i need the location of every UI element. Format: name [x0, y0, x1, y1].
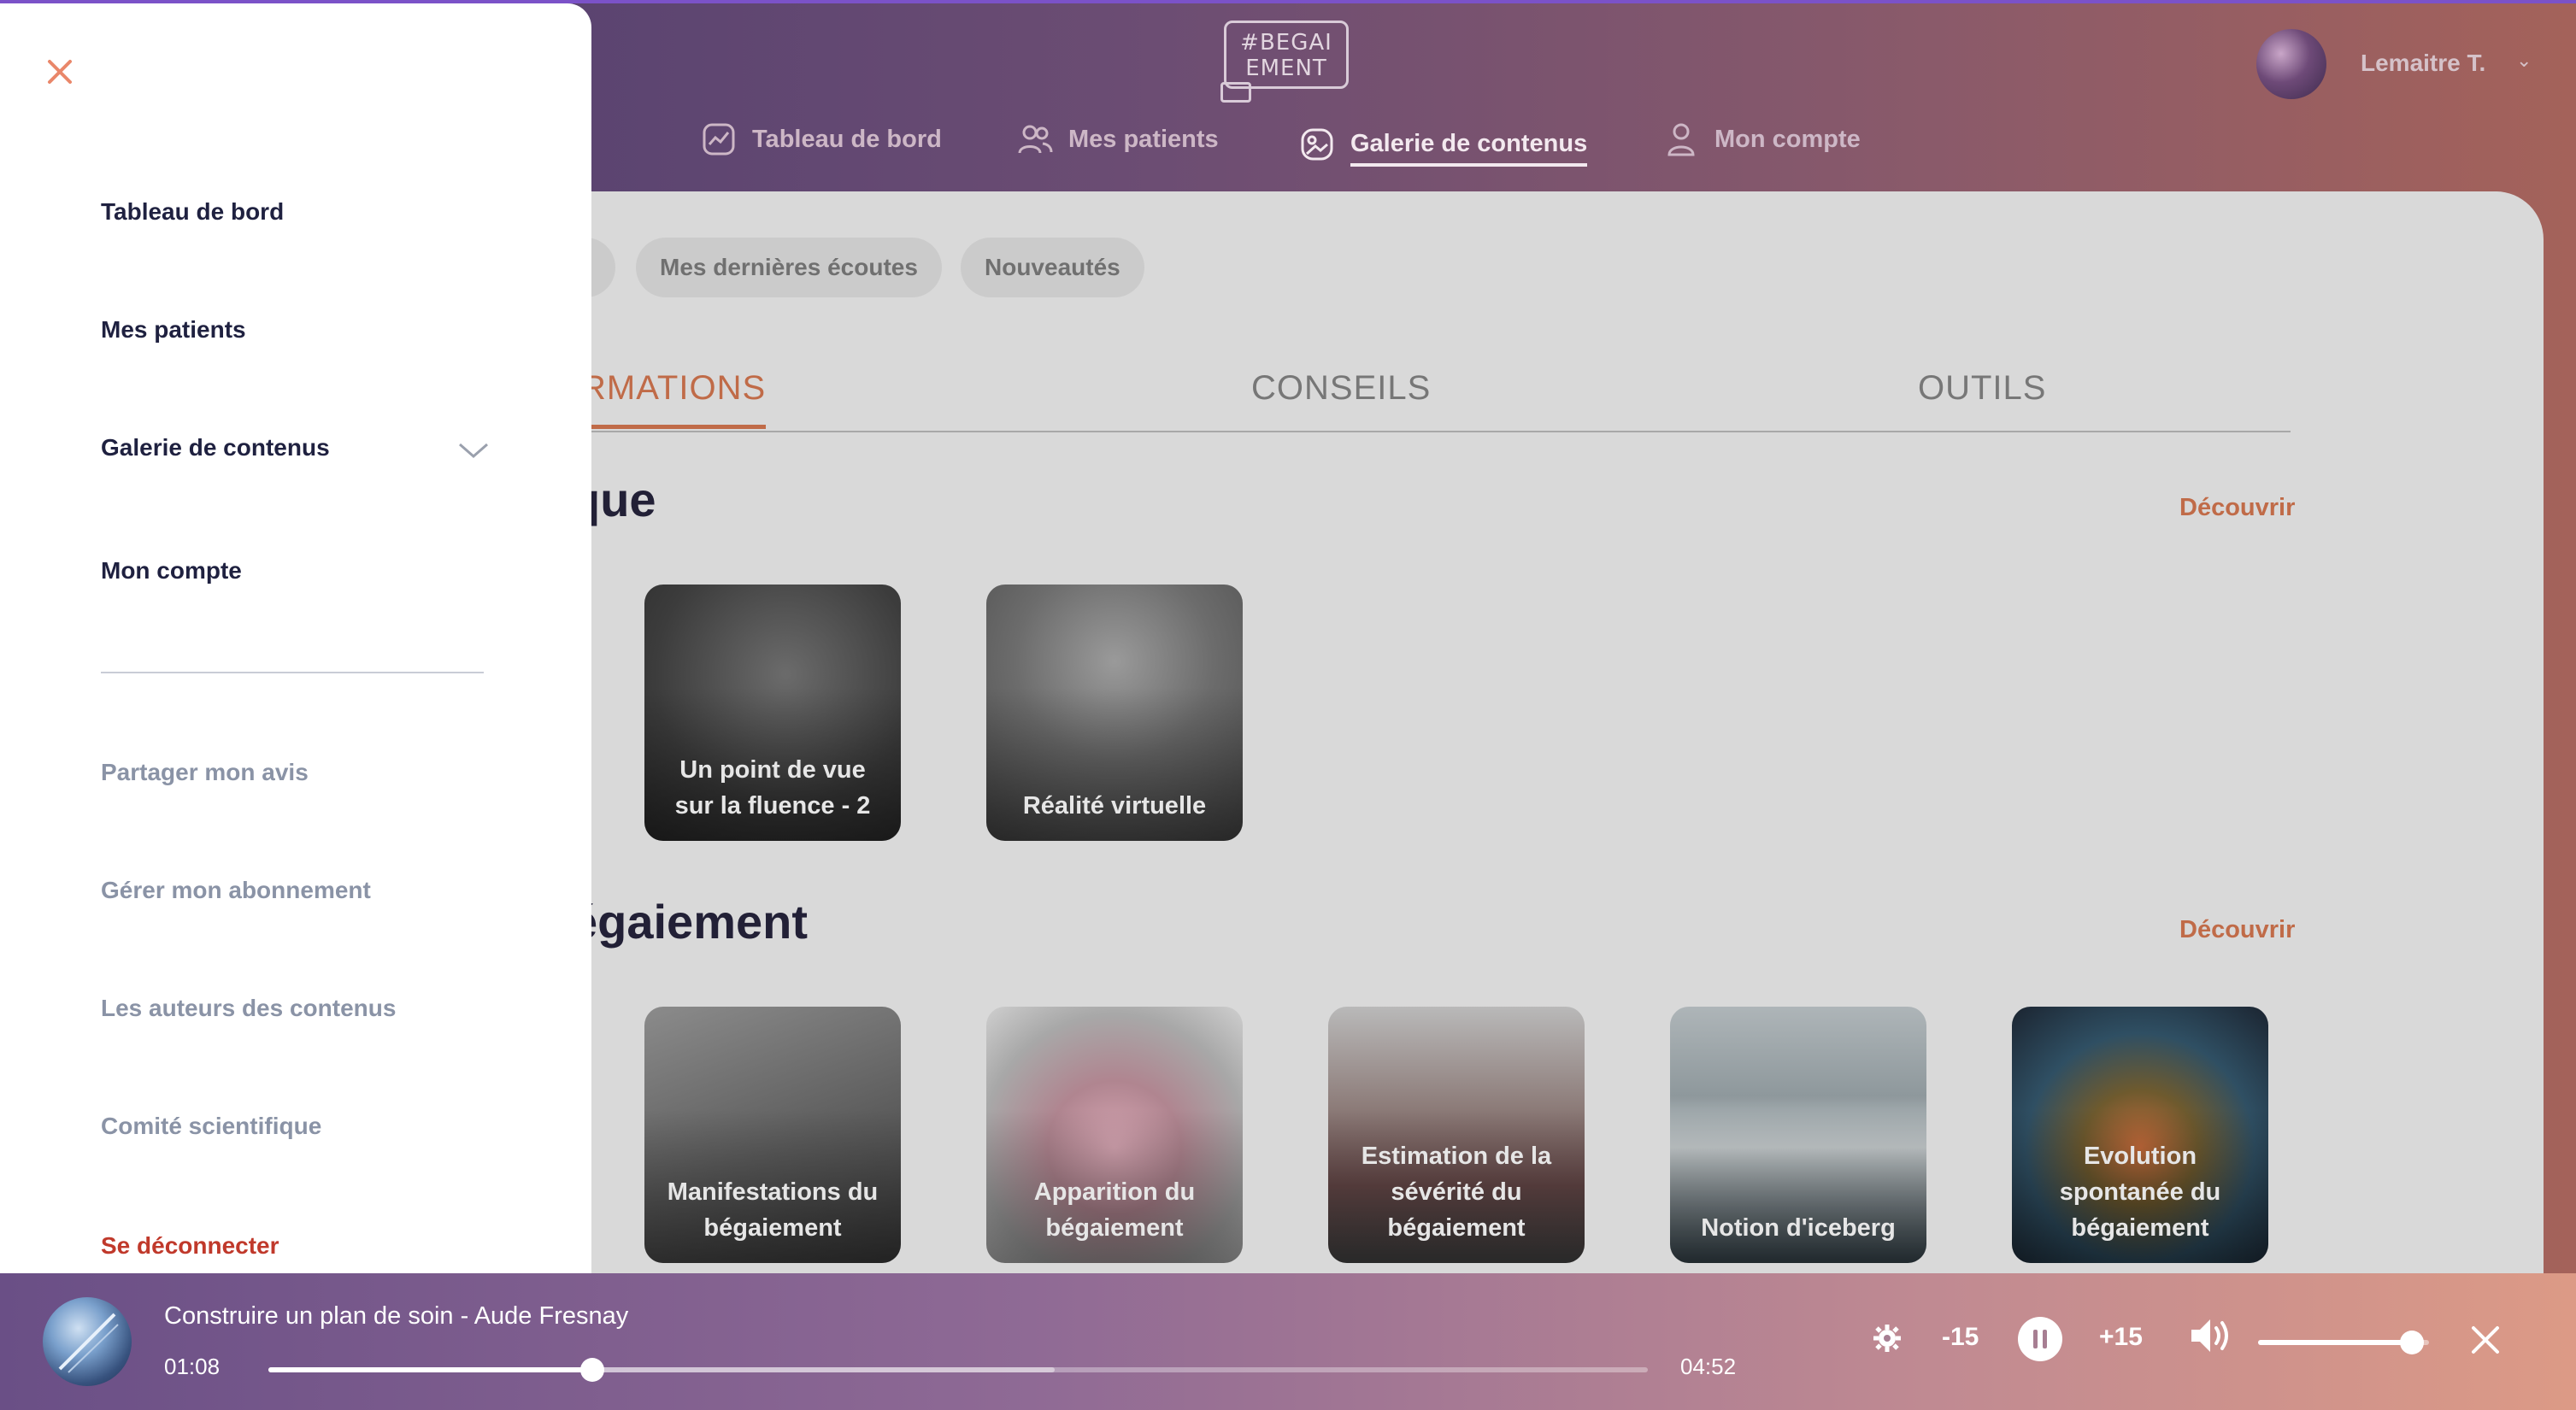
content-card[interactable]: Apparition du bégaiement — [986, 1007, 1243, 1263]
content-card[interactable]: Manifestations du bégaiement — [644, 1007, 901, 1263]
menu-divider — [101, 672, 484, 673]
close-player-icon[interactable] — [2470, 1325, 2501, 1355]
content-card[interactable]: Un point de vue sur la fluence - 2 — [644, 585, 901, 841]
content-card[interactable]: Estimation de la sévérité du bégaiement — [1328, 1007, 1585, 1263]
topnav-label: Mon compte — [1714, 125, 1861, 153]
topnav-label: Galerie de contenus — [1350, 130, 1588, 167]
card-title: Evolution spontanée du bégaiement — [2059, 1143, 2221, 1242]
tab-informations[interactable]: RMATIONS — [581, 369, 767, 429]
side-menu-item-mes-patients[interactable]: Mes patients — [101, 316, 246, 344]
total-time: 04:52 — [1680, 1354, 1737, 1379]
seek-progress — [268, 1367, 593, 1372]
user-name[interactable]: Lemaitre T. — [2361, 50, 2485, 77]
filter-chip-last-listened[interactable]: Mes dernières écoutes — [636, 238, 942, 297]
logout-button[interactable]: Se déconnecter — [101, 1232, 279, 1260]
brand-logo[interactable]: #BEGAI EMENT — [1224, 21, 1349, 89]
users-icon — [1017, 121, 1053, 157]
card-title: Notion d'iceberg — [1701, 1214, 1896, 1242]
content-card[interactable]: Réalité virtuelle — [986, 585, 1243, 841]
content-card[interactable]: Notion d'iceberg — [1670, 1007, 1926, 1263]
seek-handle[interactable] — [580, 1358, 605, 1382]
side-menu-item-tableau-de-bord[interactable]: Tableau de bord — [101, 198, 284, 226]
topnav-item-tableau-de-bord[interactable]: Tableau de bord — [701, 121, 942, 157]
topnav-label: Tableau de bord — [752, 125, 942, 153]
track-title: Construire un plan de soin - Aude Fresna… — [164, 1302, 629, 1330]
close-icon[interactable] — [43, 55, 77, 89]
chart-icon — [701, 121, 737, 157]
pause-button[interactable] — [2017, 1316, 2063, 1362]
topnav-item-galerie-de-contenus[interactable]: Galerie de contenus — [1299, 121, 1588, 167]
side-menu-item-abonnement[interactable]: Gérer mon abonnement — [101, 877, 371, 904]
rewind-15-button[interactable]: -15 — [1942, 1323, 1979, 1352]
card-title: Réalité virtuelle — [1022, 792, 1207, 820]
discover-link[interactable]: Découvrir — [2179, 916, 2295, 944]
current-time: 01:08 — [164, 1354, 221, 1379]
filter-chip-new[interactable]: Nouveautés — [961, 238, 1144, 297]
topnav-label: Mes patients — [1068, 125, 1219, 153]
side-menu: Tableau de bord Mes patients Galerie de … — [0, 3, 591, 1273]
volume-level — [2258, 1340, 2412, 1345]
side-menu-item-partager-avis[interactable]: Partager mon avis — [101, 759, 309, 786]
user-icon — [1663, 121, 1699, 157]
settings-icon[interactable] — [1872, 1323, 1903, 1354]
card-title: Apparition du bégaiement — [1033, 1178, 1196, 1242]
section-title: égaiement — [571, 895, 808, 949]
tab-conseils[interactable]: CONSEILS — [1251, 369, 1431, 408]
avatar[interactable] — [2256, 29, 2326, 99]
logo-text: #BEGAI EMENT — [1240, 30, 1332, 81]
volume-handle[interactable] — [2400, 1331, 2424, 1354]
forward-15-button[interactable]: +15 — [2099, 1323, 2143, 1352]
topnav-item-mes-patients[interactable]: Mes patients — [1017, 121, 1219, 157]
card-title: Manifestations du bégaiement — [667, 1178, 879, 1242]
logo-decoration — [1220, 82, 1251, 103]
tab-outils[interactable]: OUTILS — [1918, 369, 2046, 408]
topnav-item-mon-compte[interactable]: Mon compte — [1663, 121, 1861, 157]
content-card[interactable]: Evolution spontanée du bégaiement — [2012, 1007, 2268, 1263]
side-menu-item-comite[interactable]: Comité scientifique — [101, 1113, 321, 1140]
side-menu-item-mon-compte[interactable]: Mon compte — [101, 557, 242, 585]
chevron-down-icon[interactable] — [456, 438, 491, 463]
side-menu-item-galerie-de-contenus[interactable]: Galerie de contenus — [101, 434, 330, 461]
card-title: Un point de vue sur la fluence - 2 — [674, 756, 871, 820]
card-title: Estimation de la sévérité du bégaiement — [1361, 1143, 1552, 1242]
track-artwork — [43, 1297, 132, 1386]
chevron-down-icon[interactable]: ⌄ — [2516, 50, 2532, 72]
gallery-icon — [1299, 126, 1335, 162]
side-menu-item-auteurs[interactable]: Les auteurs des contenus — [101, 995, 396, 1022]
discover-link[interactable]: Découvrir — [2179, 494, 2295, 522]
volume-icon[interactable] — [2188, 1316, 2232, 1355]
audio-player: Construire un plan de soin - Aude Fresna… — [0, 1273, 2576, 1410]
category-tabs: RMATIONS CONSEILS OUTILS — [308, 359, 2291, 432]
